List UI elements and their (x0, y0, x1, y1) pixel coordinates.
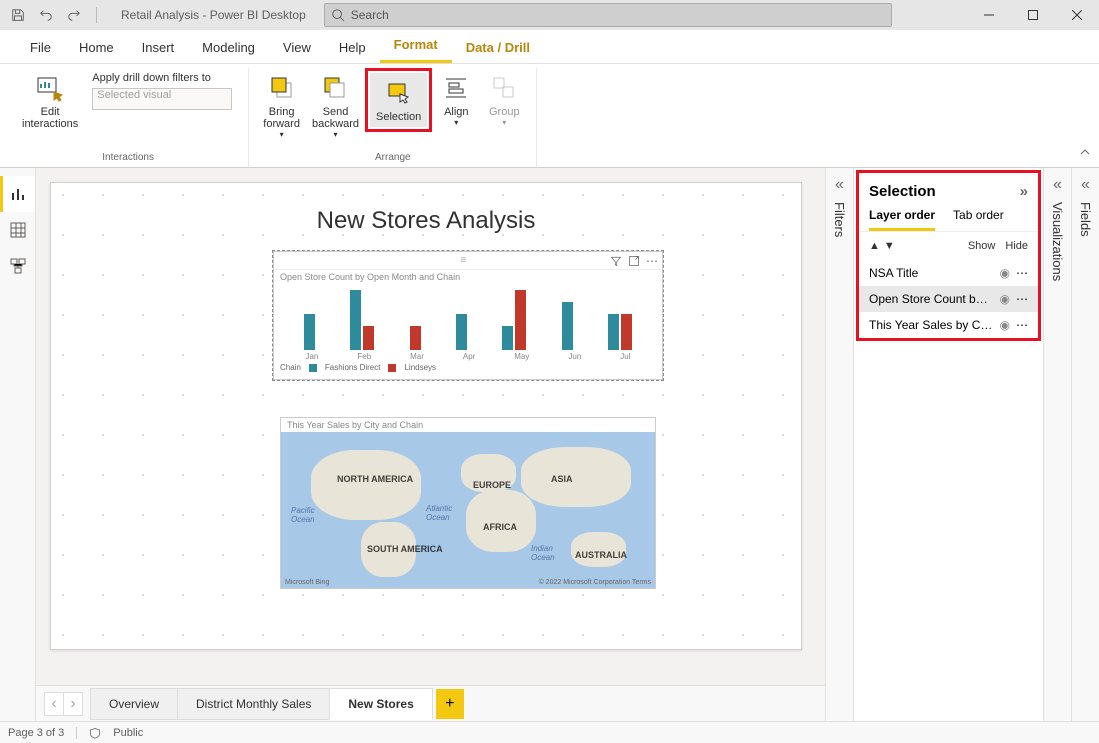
visibility-icon[interactable]: ◉ (1000, 266, 1010, 280)
group-button[interactable]: Group▾ (480, 68, 528, 131)
main-area: New Stores Analysis ≡ ⋯ Open Store Count… (0, 168, 1099, 721)
layer-order-tab[interactable]: Layer order (869, 208, 935, 231)
align-icon (440, 72, 472, 104)
group-icon (488, 72, 520, 104)
visibility-icon[interactable]: ◉ (1000, 318, 1010, 332)
selection-button[interactable]: Selection (370, 73, 427, 127)
status-page: Page 3 of 3 (8, 727, 64, 739)
more-icon[interactable]: ⋯ (1016, 318, 1028, 332)
map-visual[interactable]: This Year Sales by City and Chain NORTH … (280, 417, 656, 589)
page-tab-district[interactable]: District Monthly Sales (177, 688, 330, 720)
edit-interactions-icon (34, 72, 66, 104)
chart-legend: Chain Fashions Direct Lindseys (274, 361, 662, 374)
send-backward-icon (319, 72, 351, 104)
selection-pane: Selection » Layer order Tab order ▲ ▼ Sh… (853, 168, 1043, 721)
more-icon[interactable]: ⋯ (1016, 266, 1028, 280)
minimize-button[interactable] (967, 0, 1011, 30)
chart-plot-area (274, 284, 662, 350)
selection-item-open-store[interactable]: Open Store Count by ... ◉ ⋯ (859, 286, 1038, 312)
view-rail (0, 168, 36, 721)
ribbon-tabs: File Home Insert Modeling View Help Form… (0, 30, 1099, 64)
drill-filter-select[interactable]: Selected visual (92, 88, 232, 110)
tab-modeling[interactable]: Modeling (188, 32, 269, 63)
chart-visual[interactable]: ≡ ⋯ Open Store Count by Open Month and C… (273, 251, 663, 380)
chart-x-axis: JanFebMarAprMayJunJul (274, 350, 662, 361)
save-icon[interactable] (8, 5, 28, 25)
report-canvas[interactable]: New Stores Analysis ≡ ⋯ Open Store Count… (50, 182, 802, 650)
tab-data-drill[interactable]: Data / Drill (452, 32, 544, 63)
fields-pane-collapsed[interactable]: « Fields (1071, 168, 1099, 721)
filter-icon[interactable] (610, 255, 622, 267)
selection-item-this-year-sales[interactable]: This Year Sales by City... ◉ ⋯ (859, 312, 1038, 338)
tab-home[interactable]: Home (65, 32, 128, 63)
model-view-button[interactable] (0, 248, 35, 284)
page-next-button[interactable]: › (63, 692, 83, 716)
tab-help[interactable]: Help (325, 32, 380, 63)
chevron-left-icon: « (835, 176, 844, 194)
page-tab-new-stores[interactable]: New Stores (329, 688, 432, 720)
bring-forward-button[interactable]: Bring forward▾ (257, 68, 306, 143)
tab-file[interactable]: File (16, 32, 65, 63)
visibility-icon[interactable]: ◉ (1000, 292, 1010, 306)
maximize-button[interactable] (1011, 0, 1055, 30)
tab-view[interactable]: View (269, 32, 325, 63)
move-up-icon[interactable]: ▲ (869, 240, 880, 252)
align-button[interactable]: Align▾ (432, 68, 480, 131)
search-input[interactable]: Search (324, 3, 892, 27)
undo-icon[interactable] (36, 5, 56, 25)
close-button[interactable] (1055, 0, 1099, 30)
filters-pane-collapsed[interactable]: « Filters (825, 168, 853, 721)
selection-pane-close-icon[interactable]: » (1020, 183, 1028, 200)
ribbon: Edit interactions Apply drill down filte… (0, 64, 1099, 168)
selection-pane-title: Selection (869, 183, 936, 200)
add-page-button[interactable]: + (436, 689, 464, 719)
selection-item-nsa-title[interactable]: NSA Title ◉ ⋯ (859, 260, 1038, 286)
chart-title: Open Store Count by Open Month and Chain (274, 270, 662, 284)
search-icon (331, 8, 345, 22)
tab-format[interactable]: Format (380, 29, 452, 63)
status-sensitivity: Public (113, 727, 143, 739)
edit-interactions-button[interactable]: Edit interactions (16, 68, 84, 134)
status-bar: Page 3 of 3 Public (0, 721, 1099, 743)
map-title: This Year Sales by City and Chain (281, 418, 655, 432)
interactions-group-label: Interactions (102, 152, 154, 167)
map-body: NORTH AMERICA EUROPE ASIA AFRICA SOUTH A… (281, 432, 655, 588)
sensitivity-icon (89, 727, 101, 739)
redo-icon[interactable] (64, 5, 84, 25)
hide-button[interactable]: Hide (1005, 240, 1028, 252)
page-tab-overview[interactable]: Overview (90, 688, 178, 720)
move-down-icon[interactable]: ▼ (884, 240, 895, 252)
tab-order-tab[interactable]: Tab order (953, 208, 1004, 231)
report-view-button[interactable] (0, 176, 35, 212)
show-button[interactable]: Show (968, 240, 996, 252)
data-view-button[interactable] (0, 212, 35, 248)
selection-icon (383, 77, 415, 109)
send-backward-button[interactable]: Send backward▾ (306, 68, 365, 143)
bring-forward-icon (266, 72, 298, 104)
page-prev-button[interactable]: ‹ (44, 692, 64, 716)
page-tabs: ‹ › Overview District Monthly Sales New … (36, 685, 825, 721)
focus-icon[interactable] (628, 255, 640, 267)
chevron-left-icon: « (1081, 176, 1090, 194)
more-options-icon[interactable]: ⋯ (646, 254, 658, 268)
page-title: New Stores Analysis (51, 207, 801, 235)
chevron-left-icon: « (1053, 176, 1062, 194)
ribbon-collapse-button[interactable] (1079, 145, 1091, 163)
drill-filter-control: Apply drill down filters to Selected vis… (84, 68, 240, 114)
drag-handle-icon[interactable]: ≡ (460, 255, 466, 266)
app-title: Retail Analysis - Power BI Desktop (121, 8, 306, 22)
visualizations-pane-collapsed[interactable]: « Visualizations (1043, 168, 1071, 721)
title-bar: Retail Analysis - Power BI Desktop Searc… (0, 0, 1099, 30)
tab-insert[interactable]: Insert (128, 32, 189, 63)
more-icon[interactable]: ⋯ (1016, 292, 1028, 306)
arrange-group-label: Arrange (375, 152, 411, 167)
